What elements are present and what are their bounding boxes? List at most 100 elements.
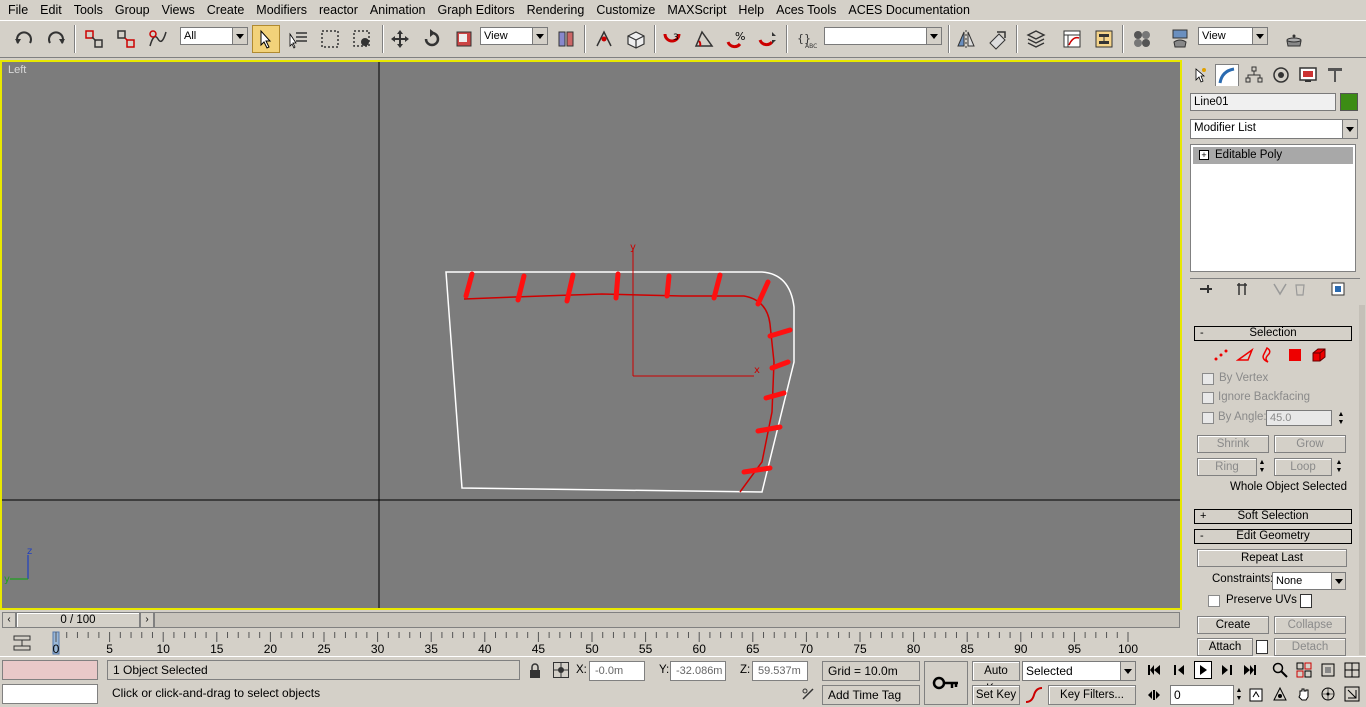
menu-reactor[interactable]: reactor: [313, 0, 364, 20]
command-panel-scrollbar[interactable]: [1359, 305, 1365, 655]
menu-help[interactable]: Help: [732, 0, 770, 20]
align-icon[interactable]: [984, 25, 1012, 53]
set-keys-key-icon[interactable]: [924, 661, 968, 705]
zoom-icon[interactable]: [1272, 662, 1288, 678]
create-tab-icon[interactable]: [1188, 64, 1212, 86]
hierarchy-tab-icon[interactable]: [1242, 64, 1266, 86]
ring-spinner-icon[interactable]: ▲ ▼: [1257, 458, 1267, 476]
shrink-button[interactable]: Shrink: [1197, 435, 1269, 453]
select-by-name-icon[interactable]: [284, 25, 312, 53]
zoom-extents-icon[interactable]: [1320, 662, 1336, 678]
material-editor-icon[interactable]: [1128, 25, 1156, 53]
modifier-list-dropdown[interactable]: Modifier List: [1190, 119, 1358, 139]
edit-named-selection-icon[interactable]: {} ABC: [792, 25, 820, 53]
by-angle-checkbox[interactable]: [1202, 412, 1214, 424]
time-slider-thumb[interactable]: 0 / 100: [16, 612, 140, 628]
layer-manager-icon[interactable]: [1022, 25, 1050, 53]
add-time-tag-button[interactable]: Add Time Tag: [822, 685, 920, 705]
vertex-icon[interactable]: [1212, 346, 1230, 367]
unlink-selection-icon[interactable]: [112, 25, 140, 53]
menu-maxscript[interactable]: MAXScript: [661, 0, 732, 20]
edit-geometry-rollout-header[interactable]: - Edit Geometry: [1194, 529, 1352, 544]
spinner-snap-icon[interactable]: [754, 25, 782, 53]
key-selection-dropdown[interactable]: Selected: [1022, 661, 1136, 681]
menu-aces-tools[interactable]: Aces Tools: [770, 0, 842, 20]
attach-button[interactable]: Attach: [1197, 638, 1253, 656]
default-in-out-tangents-icon[interactable]: [1024, 686, 1044, 704]
field-of-view-icon[interactable]: [1272, 686, 1288, 702]
menu-graph-editors[interactable]: Graph Editors: [432, 0, 521, 20]
previous-key-icon[interactable]: [1172, 662, 1188, 678]
menu-rendering[interactable]: Rendering: [521, 0, 591, 20]
maximize-viewport-icon[interactable]: [1344, 686, 1360, 702]
zoom-extents-all-icon[interactable]: [1344, 662, 1360, 678]
motion-tab-icon[interactable]: [1269, 64, 1293, 86]
make-unique-icon[interactable]: [1272, 281, 1290, 297]
object-name-input[interactable]: Line01: [1190, 93, 1336, 111]
quick-render-icon[interactable]: [1280, 25, 1308, 53]
go-to-end-icon[interactable]: [1242, 662, 1258, 678]
loop-spinner-icon[interactable]: ▲ ▼: [1334, 458, 1344, 476]
menu-group[interactable]: Group: [109, 0, 156, 20]
preserve-uvs-checkbox[interactable]: [1208, 595, 1220, 607]
expand-icon[interactable]: +: [1199, 150, 1209, 160]
object-color-swatch[interactable]: [1340, 93, 1358, 111]
selection-filter-dropdown[interactable]: All: [180, 27, 248, 45]
angle-snap-icon[interactable]: [690, 25, 718, 53]
keyboard-shortcut-override-icon[interactable]: [622, 25, 650, 53]
select-and-scale-icon[interactable]: [450, 25, 478, 53]
pan-view-icon[interactable]: [1296, 686, 1312, 702]
border-icon[interactable]: [1258, 346, 1276, 367]
snaps-toggle-icon[interactable]: 3: [658, 25, 686, 53]
auto-key-button[interactable]: Auto Key: [972, 661, 1020, 695]
modify-tab-icon[interactable]: [1215, 64, 1239, 86]
absolute-relative-toggle-icon[interactable]: [553, 662, 569, 678]
detach-button[interactable]: Detach: [1274, 638, 1346, 656]
element-icon[interactable]: [1310, 346, 1328, 367]
orbit-icon[interactable]: [1320, 686, 1336, 702]
next-frame-icon[interactable]: ›: [140, 612, 154, 628]
rectangular-selection-region-icon[interactable]: [316, 25, 344, 53]
menu-file[interactable]: File: [2, 0, 34, 20]
go-to-start-icon[interactable]: [1146, 662, 1162, 678]
select-and-link-icon[interactable]: [80, 25, 108, 53]
by-angle-spinner-icon[interactable]: ▲ ▼: [1336, 410, 1346, 428]
select-object-icon[interactable]: [252, 25, 280, 53]
y-coordinate-input[interactable]: -32.086m: [670, 661, 726, 681]
loop-button[interactable]: Loop: [1274, 458, 1332, 476]
menu-modifiers[interactable]: Modifiers: [250, 0, 313, 20]
set-key-button[interactable]: Set Key: [972, 685, 1020, 705]
ring-button[interactable]: Ring: [1197, 458, 1257, 476]
select-and-manipulate-icon[interactable]: [590, 25, 618, 53]
use-pivot-center-icon[interactable]: [552, 25, 580, 53]
render-setup-icon[interactable]: [1166, 25, 1194, 53]
play-icon[interactable]: [1194, 661, 1212, 679]
display-tab-icon[interactable]: [1296, 64, 1320, 86]
named-selection-sets-dropdown[interactable]: [824, 27, 942, 45]
select-and-rotate-icon[interactable]: [418, 25, 446, 53]
menu-views[interactable]: Views: [156, 0, 201, 20]
zoom-all-icon[interactable]: [1296, 662, 1312, 678]
previous-frame-icon[interactable]: ‹: [2, 612, 16, 628]
time-tag-icon[interactable]: [800, 686, 816, 702]
selection-rollout-header[interactable]: - Selection: [1194, 326, 1352, 341]
redo-icon[interactable]: [42, 25, 70, 53]
bind-to-space-warp-icon[interactable]: [144, 25, 172, 53]
current-frame-spinner-icon[interactable]: ▲ ▼: [1234, 686, 1244, 704]
utilities-tab-icon[interactable]: [1323, 64, 1347, 86]
menu-create[interactable]: Create: [201, 0, 251, 20]
key-filters-button[interactable]: Key Filters...: [1048, 685, 1136, 705]
by-angle-input[interactable]: 45.0: [1266, 410, 1332, 426]
show-end-result-icon[interactable]: [1234, 281, 1252, 297]
view-dropdown[interactable]: View: [1198, 27, 1268, 45]
remove-modifier-icon[interactable]: [1292, 281, 1310, 297]
by-vertex-checkbox[interactable]: [1202, 373, 1214, 385]
schematic-view-icon[interactable]: [1090, 25, 1118, 53]
ignore-backfacing-checkbox[interactable]: [1202, 392, 1214, 404]
stack-item-editable-poly[interactable]: + Editable Poly: [1193, 147, 1353, 164]
menu-edit[interactable]: Edit: [34, 0, 68, 20]
mirror-icon[interactable]: [952, 25, 980, 53]
attach-list-icon[interactable]: [1256, 640, 1268, 654]
reference-coordinate-dropdown[interactable]: View: [480, 27, 548, 45]
maxscript-listener-mini[interactable]: [2, 660, 98, 680]
